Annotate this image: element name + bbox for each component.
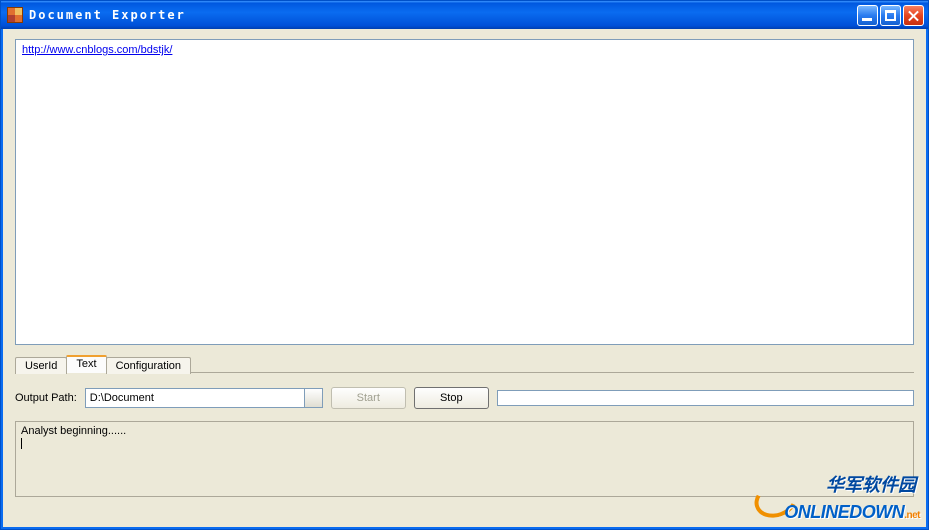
app-icon [7, 7, 23, 23]
client-area: http://www.cnblogs.com/bdstjk/ UserId Te… [1, 29, 928, 529]
text-caret [21, 438, 22, 449]
tab-text[interactable]: Text [66, 355, 106, 373]
tab-userid[interactable]: UserId [15, 357, 67, 374]
titlebar[interactable]: Document Exporter [1, 1, 928, 29]
url-list-box[interactable]: http://www.cnblogs.com/bdstjk/ [15, 39, 914, 345]
window-title: Document Exporter [29, 8, 857, 22]
start-button[interactable]: Start [331, 387, 406, 409]
main-window: Document Exporter http://www.cnblogs.com… [0, 0, 929, 530]
watermark-en: ONLINEDOWN.net [784, 502, 920, 523]
maximize-button[interactable] [880, 5, 901, 26]
stop-button[interactable]: Stop [414, 387, 489, 409]
log-line: Analyst beginning...... [21, 425, 126, 437]
minimize-button[interactable] [857, 5, 878, 26]
output-path-label: Output Path: [15, 392, 77, 404]
output-path-combo[interactable] [85, 388, 323, 408]
log-output[interactable]: Analyst beginning...... [15, 421, 914, 497]
progress-bar [497, 390, 914, 406]
window-controls [857, 5, 924, 26]
tab-strip: UserId Text Configuration [15, 353, 914, 373]
output-path-dropdown-button[interactable] [304, 389, 322, 407]
tab-configuration[interactable]: Configuration [106, 357, 191, 374]
controls-row: Output Path: Start Stop [15, 387, 914, 409]
output-path-input[interactable] [86, 389, 304, 407]
close-button[interactable] [903, 5, 924, 26]
url-link[interactable]: http://www.cnblogs.com/bdstjk/ [22, 44, 172, 56]
